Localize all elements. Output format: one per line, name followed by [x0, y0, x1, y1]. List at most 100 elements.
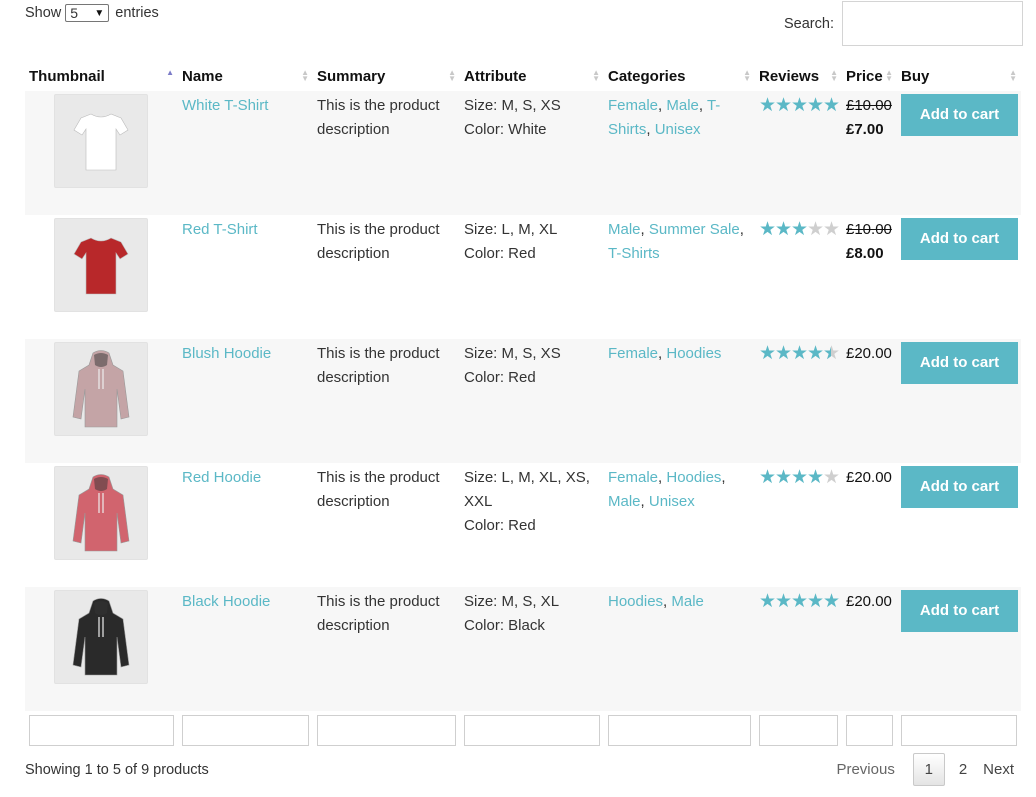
reviews-cell: ★ ★ ★ ★ ★	[755, 215, 842, 339]
page-1-button[interactable]: 1	[912, 753, 945, 786]
star-icon: ★	[791, 591, 808, 612]
column-filter-input-attribute[interactable]	[464, 715, 600, 746]
column-filter-input-name[interactable]	[182, 715, 309, 746]
product-name-link[interactable]: Red T-Shirt	[182, 221, 258, 238]
category-link[interactable]: Hoodies	[666, 345, 721, 362]
product-name-link[interactable]: White T-Shirt	[182, 97, 268, 114]
attribute-cell: Size: L, M, XL Color: Red	[460, 215, 604, 339]
product-name-link[interactable]: Blush Hoodie	[182, 345, 271, 362]
product-name-link[interactable]: Black Hoodie	[182, 593, 270, 610]
product-thumbnail[interactable]	[54, 94, 148, 188]
summary-cell: This is the product description	[313, 339, 460, 463]
thumbnail-cell	[25, 91, 178, 215]
column-header-attribute[interactable]: Attribute ▲ ▼	[460, 62, 604, 91]
category-link[interactable]: Hoodies	[608, 593, 663, 610]
length-control: Show 5 ▼ entries	[25, 4, 159, 22]
category-link[interactable]: T-Shirts	[608, 245, 660, 262]
page-2-button[interactable]: 2	[951, 753, 975, 786]
add-to-cart-button[interactable]: Add to cart	[901, 466, 1018, 508]
attribute-cell: Size: M, S, XL Color: Black	[460, 587, 604, 711]
buy-cell: Add to cart	[897, 339, 1021, 463]
price-regular: £20.00	[846, 593, 892, 610]
star-rating: ★ ★ ★ ★ ★	[759, 590, 840, 612]
add-to-cart-button[interactable]: Add to cart	[901, 342, 1018, 384]
category-separator: ,	[640, 221, 649, 238]
sort-icon: ▲ ▼	[301, 68, 309, 83]
summary-cell: This is the product description	[317, 469, 440, 510]
column-header-reviews[interactable]: Reviews ▲ ▼	[755, 62, 842, 91]
summary-cell: This is the product description	[313, 91, 460, 215]
column-header-categories[interactable]: Categories ▲ ▼	[604, 62, 755, 91]
filter-cell	[313, 711, 460, 746]
category-link[interactable]: Summer Sale	[649, 221, 740, 238]
next-button[interactable]: Next	[975, 753, 1022, 786]
category-separator: ,	[698, 97, 707, 114]
column-header-name[interactable]: Name ▲ ▼	[178, 62, 313, 91]
name-cell: Red Hoodie	[178, 463, 313, 587]
search-label: Search:	[784, 15, 834, 32]
column-filter-input-reviews[interactable]	[759, 715, 838, 746]
column-filter-input-thumbnail[interactable]	[29, 715, 174, 746]
category-link[interactable]: Unisex	[655, 121, 701, 138]
star-icon: ★	[807, 343, 824, 364]
star-icon: ★	[759, 95, 776, 116]
price-cell: £20.00	[842, 587, 897, 711]
product-thumbnail[interactable]	[54, 218, 148, 312]
category-link[interactable]: Female	[608, 97, 658, 114]
category-separator: ,	[640, 493, 649, 510]
category-link[interactable]: Male	[671, 593, 704, 610]
product-thumbnail[interactable]	[54, 590, 148, 684]
search-control: Search:	[784, 1, 1023, 46]
thumbnail-cell	[25, 339, 178, 463]
category-link[interactable]: Hoodies	[666, 469, 721, 486]
product-thumbnail[interactable]	[54, 466, 148, 560]
star-icon: ★	[759, 343, 776, 364]
category-link[interactable]: Male	[608, 493, 641, 510]
name-cell: Black Hoodie	[178, 587, 313, 711]
column-header-summary[interactable]: Summary ▲ ▼	[313, 62, 460, 91]
column-filter-input-buy[interactable]	[901, 715, 1017, 746]
column-filter-input-summary[interactable]	[317, 715, 456, 746]
add-to-cart-button[interactable]: Add to cart	[901, 590, 1018, 632]
category-link[interactable]: Female	[608, 469, 658, 486]
category-link[interactable]: Male	[608, 221, 641, 238]
star-rating: ★ ★ ★ ★ ★	[759, 342, 840, 365]
column-header-buy[interactable]: Buy ▲ ▼	[897, 62, 1021, 91]
sort-icon: ▲ ▼	[448, 68, 456, 83]
table-row: White T-Shirt This is the product descrip…	[25, 91, 1021, 215]
star-rating: ★ ★ ★ ★ ★	[759, 94, 840, 116]
star-icon: ★	[807, 95, 824, 116]
previous-button[interactable]: Previous	[828, 753, 902, 786]
add-to-cart-button[interactable]: Add to cart	[901, 94, 1018, 136]
categories-cell: Male, Summer Sale, T-Shirts	[604, 215, 755, 339]
star-icon: ★	[807, 467, 824, 488]
buy-cell: Add to cart	[897, 587, 1021, 711]
search-input[interactable]	[841, 1, 1023, 46]
column-filter-input-categories[interactable]	[608, 715, 751, 746]
length-select[interactable]: 5 ▼	[65, 4, 110, 22]
column-filter-input-price[interactable]	[846, 715, 893, 746]
sort-icon: ▲	[166, 68, 174, 77]
star-rating: ★ ★ ★ ★ ★	[759, 466, 840, 488]
product-thumbnail[interactable]	[54, 342, 148, 436]
star-rating: ★ ★ ★ ★ ★	[759, 218, 840, 240]
price-old: £10.00	[846, 221, 892, 238]
category-link[interactable]: Female	[608, 345, 658, 362]
category-link[interactable]: Unisex	[649, 493, 695, 510]
categories-cell: Hoodies, Male	[604, 587, 755, 711]
category-link[interactable]: Male	[666, 97, 699, 114]
thumbnail-cell	[25, 215, 178, 339]
product-name-link[interactable]: Red Hoodie	[182, 469, 261, 486]
filter-cell	[897, 711, 1021, 746]
attribute-cell: Size: M, S, XS Color: Red	[460, 339, 604, 463]
column-header-price[interactable]: Price ▲ ▼	[842, 62, 897, 91]
name-cell: Blush Hoodie	[178, 339, 313, 463]
column-header-thumbnail[interactable]: Thumbnail ▲	[25, 62, 178, 91]
price-cell: £10.00 £8.00	[842, 215, 897, 339]
name-cell: Red T-Shirt	[178, 215, 313, 339]
table-row: Blush Hoodie This is the product descript…	[25, 339, 1021, 463]
add-to-cart-button[interactable]: Add to cart	[901, 218, 1018, 260]
filter-cell	[178, 711, 313, 746]
thumbnail-cell	[25, 463, 178, 587]
price-regular: £20.00	[846, 345, 892, 362]
